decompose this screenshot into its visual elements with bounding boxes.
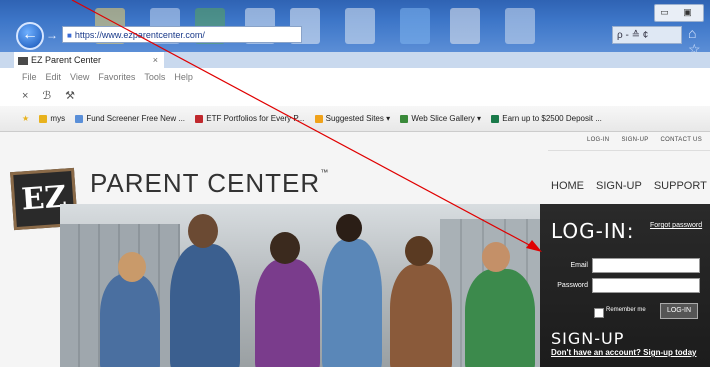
address-bar[interactable]: ■ https://www.ezparentcenter.com/	[62, 26, 302, 43]
student-head	[118, 252, 146, 282]
favorite-link[interactable]: Earn up to $2500 Deposit ...	[491, 106, 602, 131]
divider	[548, 150, 710, 151]
signup-link[interactable]: Don't have an account? Sign-up today	[551, 348, 696, 357]
menu-tools[interactable]: Tools	[144, 72, 165, 82]
student-head	[270, 232, 300, 264]
favorite-label: Suggested Sites ▾	[325, 114, 391, 123]
student-figure	[255, 259, 320, 367]
remember-me-label: Remember me	[606, 307, 646, 313]
logo-label: PARENT CENTER	[90, 168, 321, 198]
top-links: LOG-IN SIGN-UP CONTACT US	[575, 137, 702, 143]
favorite-label: Earn up to $2500 Deposit ...	[502, 114, 602, 123]
student-figure	[465, 269, 535, 367]
menu-file[interactable]: File	[22, 72, 37, 82]
toplink-contact[interactable]: CONTACT US	[661, 137, 702, 143]
favorite-icon	[400, 114, 409, 123]
forgot-password-link[interactable]: Forgot password	[650, 222, 702, 229]
favorite-icon	[491, 114, 500, 123]
password-field[interactable]	[592, 278, 700, 293]
favorite-label: ETF Portfolios for Every P...	[206, 114, 305, 123]
nav-home[interactable]: HOME	[551, 180, 584, 192]
main-nav: HOME SIGN-UP SUPPORT	[551, 180, 710, 192]
tab-title: EZ Parent Center	[31, 55, 102, 65]
trademark: ™	[320, 168, 330, 177]
password-label: Password	[557, 282, 588, 289]
window-controls[interactable]: ▭ ▣	[654, 4, 704, 22]
menu-bar: File Edit View Favorites Tools Help	[0, 68, 710, 86]
signup-title: SIGN-UP	[551, 329, 625, 348]
student-figure	[322, 239, 382, 367]
menu-view[interactable]: View	[70, 72, 89, 82]
menu-edit[interactable]: Edit	[46, 72, 62, 82]
favorite-link[interactable]: Fund Screener Free New ...	[75, 106, 186, 131]
student-head	[405, 236, 433, 266]
favorites-bar: ★ mys Fund Screener Free New ... ETF Por…	[0, 106, 710, 132]
toolbar-icon[interactable]: ℬ	[42, 90, 51, 102]
taskbar-document-icon	[345, 8, 375, 44]
nav-support[interactable]: SUPPORT	[654, 180, 707, 192]
student-figure	[390, 264, 452, 367]
login-title: LOG-IN:	[551, 219, 635, 243]
toplink-login[interactable]: LOG-IN	[587, 137, 609, 143]
command-bar: × ℬ ⚒	[0, 86, 710, 106]
student-head	[188, 214, 218, 248]
forward-button[interactable]: →	[46, 28, 58, 42]
address-controls[interactable]: ρ - ≙ ¢	[612, 26, 682, 44]
favorite-link[interactable]: ETF Portfolios for Every P...	[195, 106, 305, 131]
menu-favorites[interactable]: Favorites	[98, 72, 135, 82]
favorite-icon	[75, 114, 84, 123]
favorite-icon	[39, 114, 48, 123]
favorite-link[interactable]: Suggested Sites ▾	[314, 106, 391, 131]
taskbar-app-icon	[400, 8, 430, 44]
student-figure	[100, 274, 160, 367]
tab-ez-parent-center[interactable]: EZ Parent Center ×	[14, 52, 164, 68]
login-button[interactable]: LOG-IN	[660, 303, 698, 319]
hero-image	[60, 204, 540, 367]
close-icon[interactable]: ×	[22, 90, 28, 102]
favorite-link[interactable]: mys	[39, 106, 66, 131]
student-head	[336, 214, 362, 242]
favorite-icon	[195, 114, 204, 123]
taskbar-pdf-icon	[450, 8, 480, 44]
tools-icon[interactable]: ⚒	[65, 90, 75, 102]
favorite-label: Fund Screener Free New ...	[86, 114, 186, 123]
address-text: https://www.ezparentcenter.com/	[74, 30, 205, 40]
email-field[interactable]	[592, 258, 700, 273]
favorite-label: mys	[50, 114, 66, 123]
favorites-star-icon[interactable]: ★	[22, 106, 29, 131]
toplink-signup[interactable]: SIGN-UP	[621, 137, 648, 143]
student-figure	[170, 244, 240, 367]
favorite-link[interactable]: Web Slice Gallery ▾	[400, 106, 482, 131]
email-label: Email	[570, 262, 588, 269]
taskbar-document-icon	[505, 8, 535, 44]
favorite-icon	[314, 114, 323, 123]
favorite-label: Web Slice Gallery ▾	[411, 114, 482, 123]
nav-signup[interactable]: SIGN-UP	[596, 180, 642, 192]
back-button[interactable]: ←	[16, 22, 44, 50]
site-favicon-icon: ■	[67, 31, 72, 40]
tab-close-icon[interactable]: ×	[153, 52, 158, 68]
menu-help[interactable]: Help	[174, 72, 193, 82]
tab-favicon-icon	[18, 56, 28, 65]
student-head	[482, 242, 510, 272]
logo-text[interactable]: PARENT CENTER™	[90, 168, 329, 199]
remember-me-checkbox[interactable]	[594, 308, 604, 318]
